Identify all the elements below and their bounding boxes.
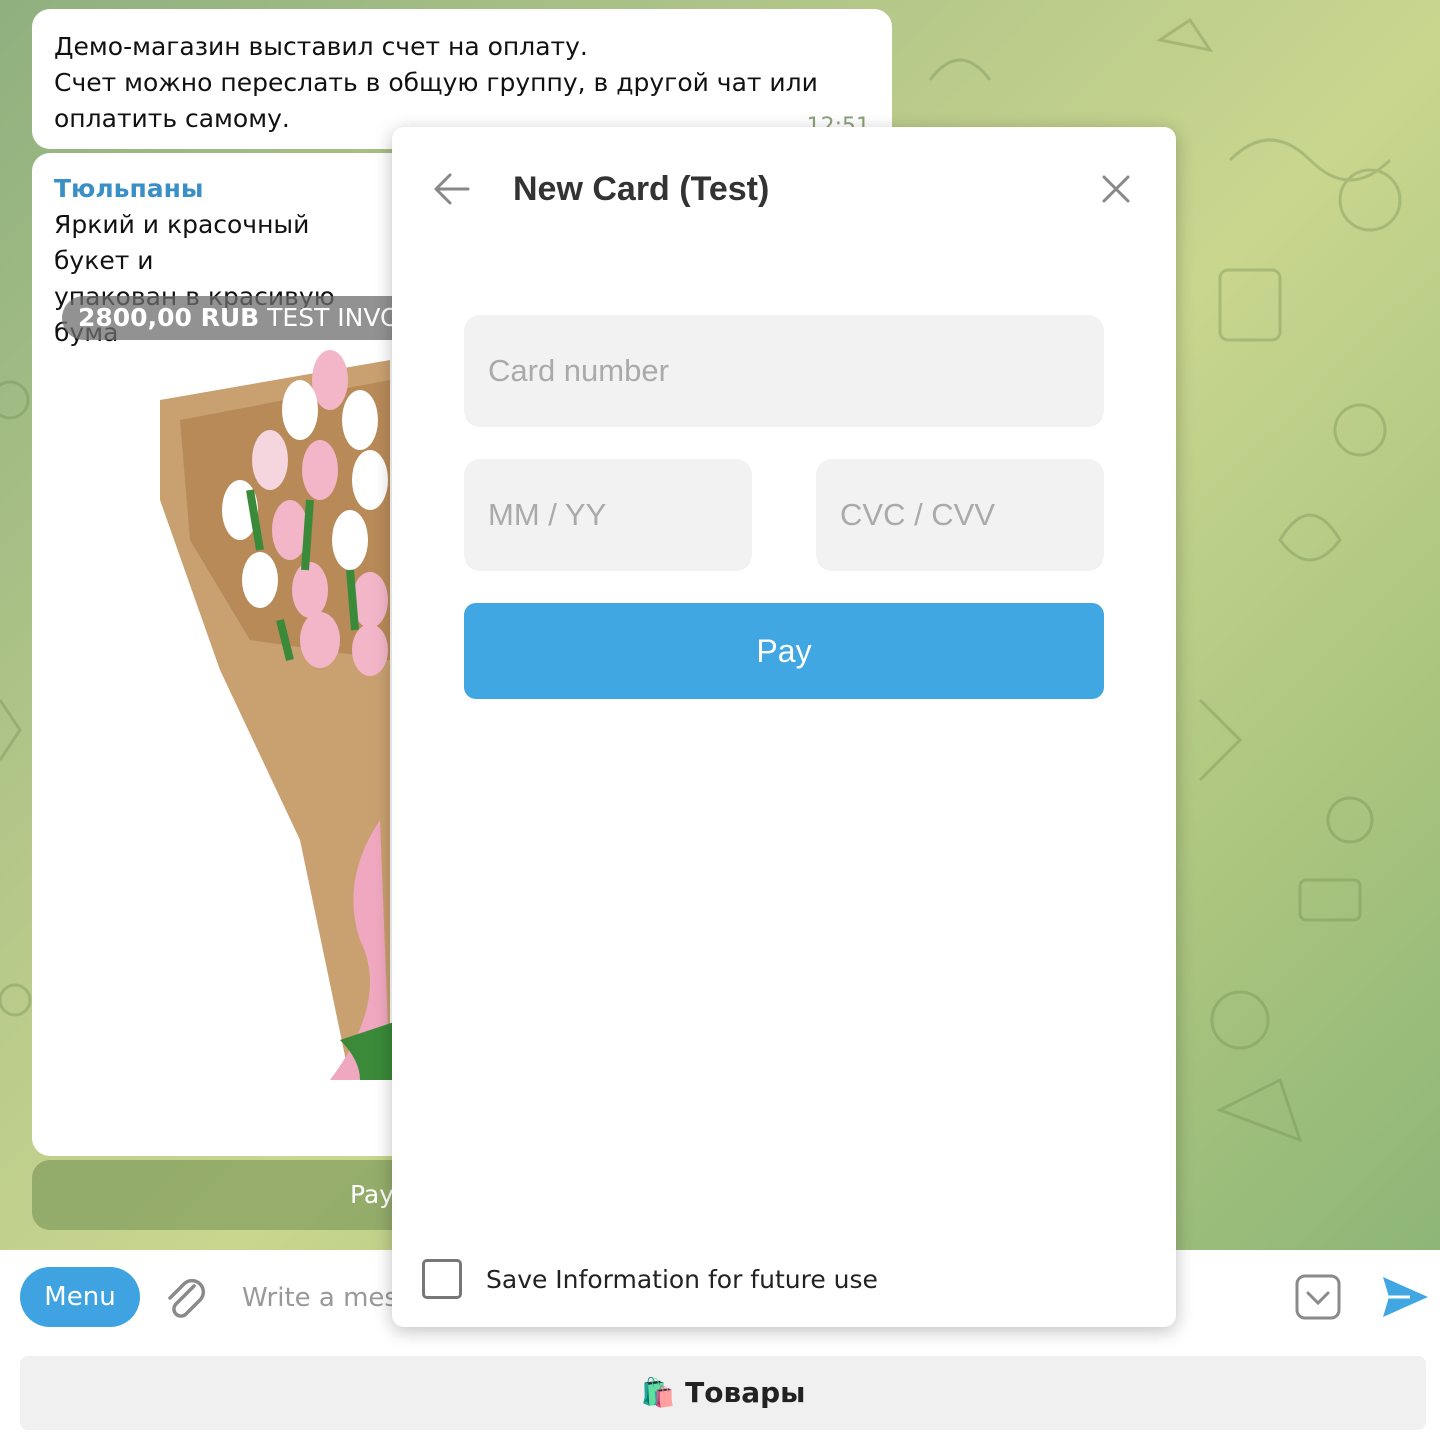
bouquet-photo	[160, 350, 400, 1080]
expiry-field[interactable]	[464, 459, 752, 571]
goods-keyboard-button[interactable]: 🛍️ Товары	[20, 1356, 1426, 1430]
modal-title: New Card (Test)	[513, 170, 770, 208]
close-icon[interactable]	[1098, 171, 1134, 207]
paperclip-icon[interactable]	[160, 1272, 210, 1322]
message-input[interactable]: Write a mess	[242, 1276, 412, 1320]
invoice-description-line: Яркий и красочный букет и	[54, 210, 310, 275]
invoice-amount: 2800,00 RUB	[78, 303, 260, 332]
payment-modal: New Card (Test) Pay Save Information for…	[392, 127, 1176, 1327]
save-info-label: Save Information for future use	[486, 1265, 878, 1294]
cvc-field[interactable]	[816, 459, 1104, 571]
card-number-field[interactable]	[464, 315, 1104, 427]
inline-pay-button[interactable]: Pay	[32, 1160, 412, 1230]
menu-button[interactable]: Menu	[20, 1267, 140, 1327]
bot-keyboard-icon[interactable]	[1294, 1273, 1342, 1321]
invoice-title: Тюльпаны	[54, 174, 204, 203]
pay-button[interactable]: Pay	[464, 603, 1104, 699]
message-line: Счет можно переслать в общую группу, в д…	[54, 68, 818, 97]
save-info-checkbox[interactable]	[422, 1259, 462, 1299]
message-line: Демо-магазин выставил счет на оплату.	[54, 32, 588, 61]
send-icon[interactable]	[1380, 1274, 1430, 1320]
back-arrow-icon[interactable]	[432, 169, 472, 209]
invoice-price-badge: 2800,00 RUB TEST INVOIC	[62, 296, 441, 340]
